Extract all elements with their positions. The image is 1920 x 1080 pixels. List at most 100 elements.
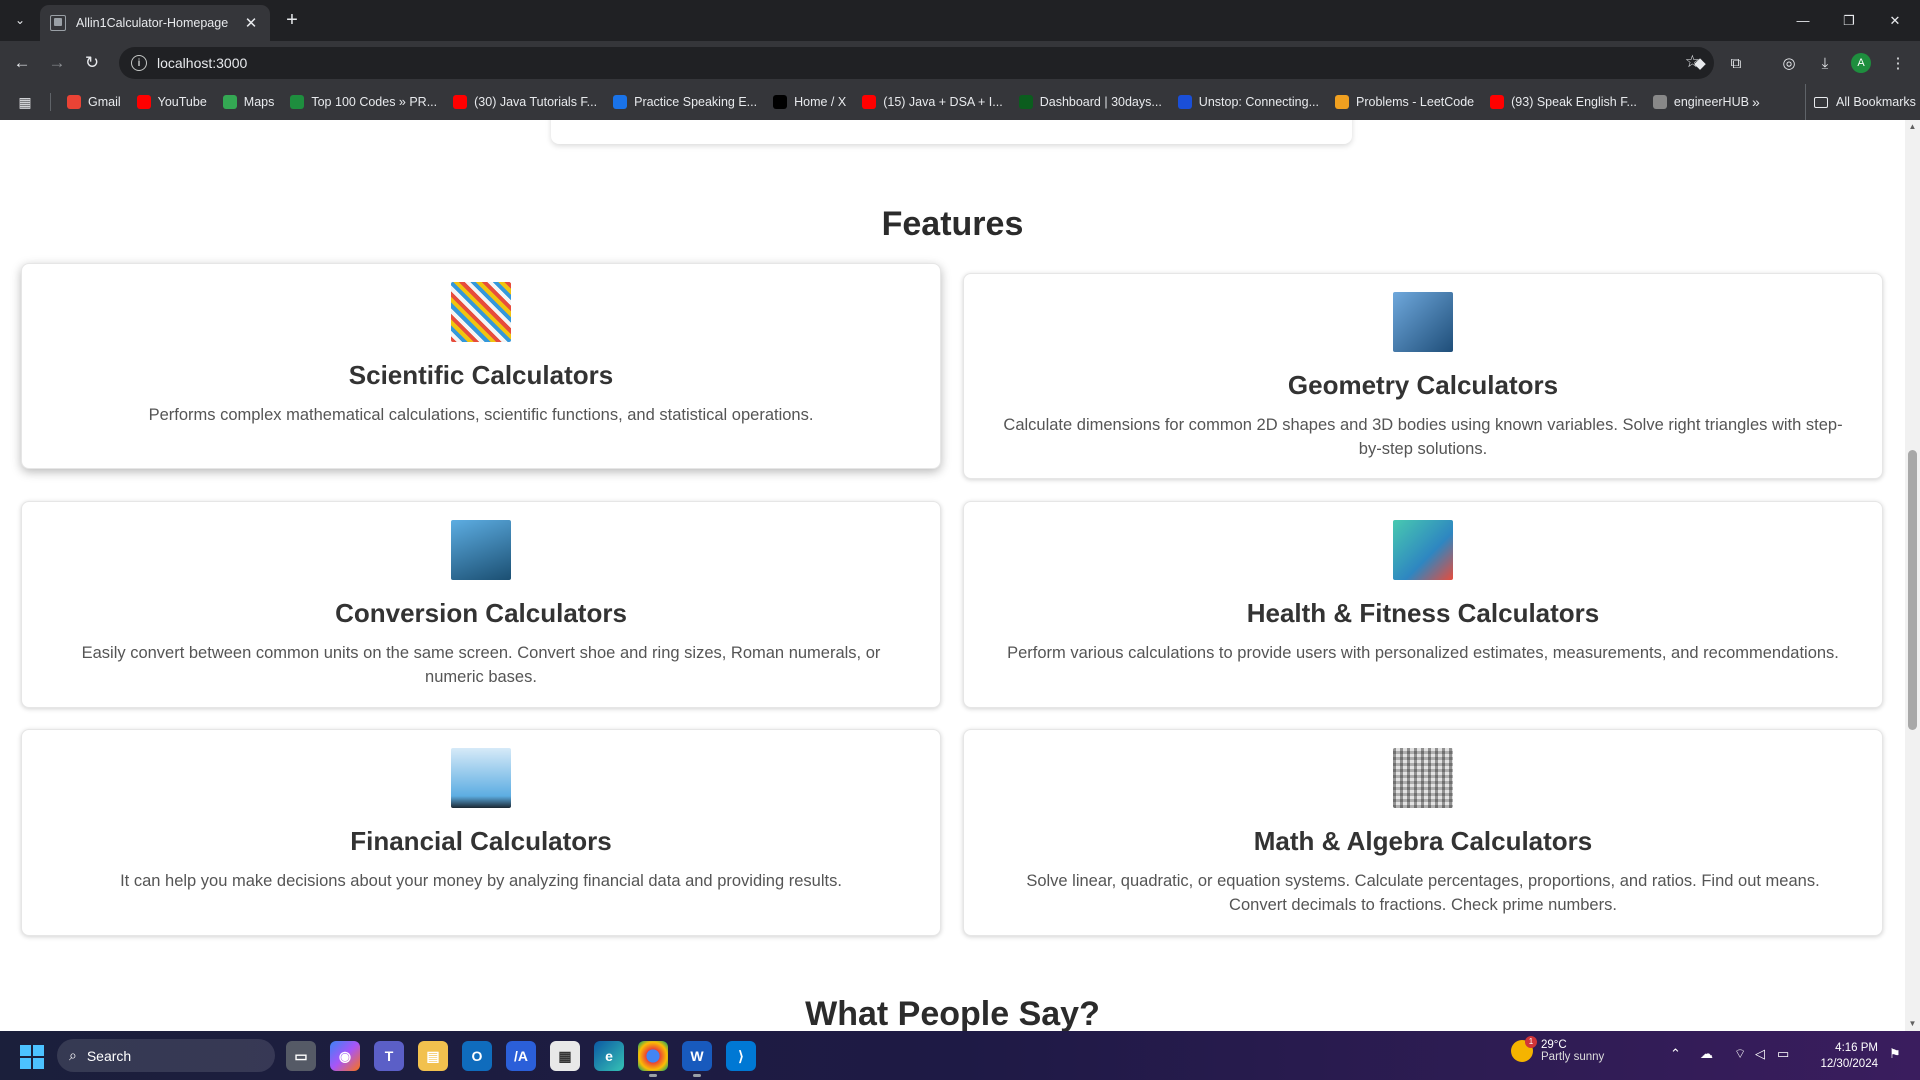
site-info-icon[interactable]: i bbox=[131, 55, 147, 71]
bookmark-item[interactable]: (15) Java + DSA + I... bbox=[854, 88, 1011, 116]
scroll-up-arrow-icon[interactable]: ▲ bbox=[1905, 120, 1920, 134]
notification-bell-icon[interactable]: ⚑ bbox=[1889, 1046, 1901, 1062]
close-tab-icon[interactable]: ✕ bbox=[242, 14, 260, 32]
gmail-icon bbox=[67, 95, 81, 109]
maps-icon bbox=[222, 95, 237, 109]
word-icon[interactable]: W bbox=[682, 1041, 712, 1077]
bookmark-label: YouTube bbox=[157, 95, 207, 109]
profile-avatar[interactable]: A bbox=[1851, 53, 1871, 73]
bookmark-item[interactable]: Practice Speaking E... bbox=[605, 88, 765, 116]
browser-toolbar: ← → ↻ i localhost:3000 ☆ ◆ ⧉ ◎ ⤓ A ⋮ bbox=[0, 41, 1920, 84]
bookmark-item[interactable]: Home / X bbox=[765, 88, 854, 116]
page-viewport: Features Scientific Calculators Performs… bbox=[0, 120, 1905, 1031]
financial-calculators-image bbox=[451, 748, 511, 808]
close-window-icon[interactable]: ✕ bbox=[1872, 0, 1918, 41]
restore-window-icon[interactable]: ❐ bbox=[1826, 0, 1872, 41]
browser-menu-icon[interactable]: ⋮ bbox=[1886, 51, 1910, 75]
new-tab-button[interactable]: + bbox=[281, 9, 303, 31]
system-clock[interactable]: 4:16 PM 12/30/2024 bbox=[1810, 1040, 1878, 1072]
tab-title: Allin1Calculator-Homepage bbox=[76, 16, 229, 30]
chrome-icon[interactable] bbox=[638, 1041, 668, 1077]
clock-time: 4:16 PM bbox=[1835, 1042, 1878, 1054]
onedrive-cloud-icon[interactable]: ☁ bbox=[1700, 1046, 1713, 1062]
copilot-icon[interactable]: ◉ bbox=[330, 1041, 360, 1071]
feature-card-geometry[interactable]: Geometry Calculators Calculate dimension… bbox=[963, 273, 1883, 479]
search-icon: ⌕ bbox=[69, 1047, 77, 1063]
show-hidden-icons-chevron-icon[interactable]: ⌃ bbox=[1670, 1046, 1681, 1062]
feature-card-math-algebra[interactable]: Math & Algebra Calculators Solve linear,… bbox=[963, 729, 1883, 936]
bookmark-item[interactable]: Gmail bbox=[59, 88, 129, 116]
bookmarks-divider bbox=[50, 93, 51, 111]
feature-card-description: Calculate dimensions for common 2D shape… bbox=[1003, 416, 1843, 458]
features-heading: Features bbox=[881, 205, 1024, 243]
feature-card-scientific[interactable]: Scientific Calculators Performs complex … bbox=[21, 263, 941, 469]
scroll-down-arrow-icon[interactable]: ▼ bbox=[1905, 1017, 1920, 1031]
editor-app-icon[interactable]: /A bbox=[506, 1041, 536, 1071]
feature-card-conversion[interactable]: Conversion Calculators Easily convert be… bbox=[21, 501, 941, 708]
youtube-icon bbox=[136, 95, 151, 109]
apps-grid-icon[interactable]: ▦ bbox=[0, 94, 50, 111]
feature-card-description: Performs complex mathematical calculatio… bbox=[148, 406, 814, 424]
forward-arrow-icon[interactable]: → bbox=[45, 51, 69, 75]
windows-start-icon[interactable] bbox=[20, 1045, 44, 1069]
taskbar-search-label: Search bbox=[86, 1047, 132, 1064]
extension-color-icon[interactable]: ◆ bbox=[1688, 51, 1712, 75]
weather-badge: 1 bbox=[1525, 1036, 1537, 1048]
minimize-window-icon[interactable]: — bbox=[1780, 0, 1826, 41]
file-explorer-icon[interactable]: ▤ bbox=[418, 1041, 448, 1071]
address-bar[interactable]: i localhost:3000 ☆ bbox=[119, 47, 1714, 79]
feature-card-title: Health & Fitness Calculators bbox=[1246, 598, 1600, 628]
bookmark-item[interactable]: Unstop: Connecting... bbox=[1170, 88, 1327, 116]
hub-icon bbox=[1652, 95, 1667, 109]
performance-icon[interactable]: ◎ bbox=[1777, 51, 1801, 75]
page-favicon-icon bbox=[50, 15, 66, 31]
tab-search-chevron-icon[interactable]: ⌄ bbox=[9, 9, 31, 31]
bookmark-label: (93) Speak English F... bbox=[1511, 95, 1637, 109]
bookmark-label: Problems - LeetCode bbox=[1356, 95, 1475, 109]
task-view-icon[interactable]: ▭ bbox=[286, 1041, 316, 1071]
volume-icon[interactable]: ◁ bbox=[1755, 1046, 1765, 1062]
testimonials-heading: What People Say? bbox=[805, 995, 1100, 1031]
clock-date: 12/30/2024 bbox=[1820, 1058, 1878, 1070]
more-bookmarks-chevron-icon[interactable]: » bbox=[1752, 84, 1760, 120]
feature-card-title: Scientific Calculators bbox=[348, 360, 614, 390]
teams-icon[interactable]: T bbox=[374, 1041, 404, 1071]
youtube-icon bbox=[1490, 95, 1505, 109]
microsoft-store-icon[interactable]: ▦ bbox=[550, 1041, 580, 1071]
all-bookmarks-button[interactable]: All Bookmarks bbox=[1805, 84, 1916, 120]
scrollbar-thumb[interactable] bbox=[1908, 450, 1917, 730]
taskbar-search-box[interactable]: ⌕ Search bbox=[57, 1039, 275, 1072]
bookmark-item[interactable]: Problems - LeetCode bbox=[1327, 88, 1482, 116]
address-bar-url[interactable]: localhost:3000 bbox=[157, 55, 247, 71]
bookmark-item[interactable]: (93) Speak English F... bbox=[1482, 88, 1645, 116]
page-scrollbar[interactable]: ▲ ▼ bbox=[1905, 120, 1920, 1031]
bookmark-item[interactable]: (30) Java Tutorials F... bbox=[445, 88, 605, 116]
wifi-icon[interactable]: ⌔ bbox=[1734, 1046, 1746, 1062]
bookmark-item[interactable]: engineerHUB bbox=[1645, 88, 1757, 116]
feature-card-financial[interactable]: Financial Calculators It can help you ma… bbox=[21, 729, 941, 936]
bookmark-item[interactable]: YouTube bbox=[129, 88, 215, 116]
edge-browser-icon[interactable]: e bbox=[594, 1041, 624, 1071]
bookmark-item[interactable]: Top 100 Codes » PR... bbox=[282, 88, 445, 116]
dashboard-icon bbox=[1018, 95, 1033, 109]
feature-card-health-fitness[interactable]: Health & Fitness Calculators Perform var… bbox=[963, 501, 1883, 708]
all-bookmarks-label: All Bookmarks bbox=[1836, 95, 1916, 109]
weather-widget[interactable]: 1 29°C Partly sunny bbox=[1511, 1036, 1604, 1063]
back-arrow-icon[interactable]: ← bbox=[10, 51, 34, 75]
feature-card-description: Perform various calculations to provide … bbox=[1007, 644, 1839, 662]
bookmark-item[interactable]: Dashboard | 30days... bbox=[1011, 88, 1170, 116]
download-icon[interactable]: ⤓ bbox=[1813, 51, 1837, 75]
leetcode-icon bbox=[1335, 95, 1350, 109]
vscode-icon[interactable]: ⟩ bbox=[726, 1041, 756, 1071]
bookmark-item[interactable]: Maps bbox=[215, 88, 283, 116]
bookmark-label: Maps bbox=[243, 95, 275, 109]
youtube-icon bbox=[862, 95, 877, 109]
bookmark-list: Gmail YouTube Maps Top 100 Codes » PR... (30… bbox=[59, 88, 1757, 116]
youtube-icon bbox=[453, 95, 468, 109]
browser-tab-active[interactable]: Allin1Calculator-Homepage ✕ bbox=[40, 5, 270, 41]
extensions-puzzle-icon[interactable]: ⧉ bbox=[1724, 51, 1748, 75]
battery-icon[interactable]: ▭ bbox=[1777, 1046, 1789, 1062]
reload-icon[interactable]: ↻ bbox=[80, 51, 104, 75]
outlook-icon[interactable]: O bbox=[462, 1041, 492, 1071]
feature-card-title: Financial Calculators bbox=[350, 826, 612, 856]
